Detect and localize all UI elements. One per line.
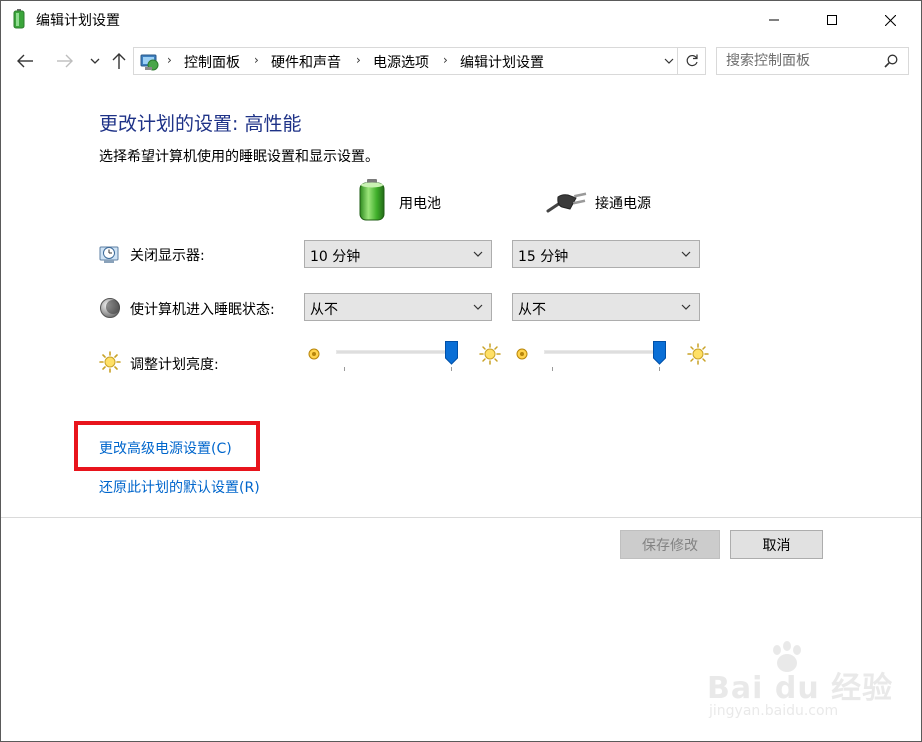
slider-thumb[interactable] xyxy=(445,341,458,365)
chevron-right-icon[interactable]: › xyxy=(443,53,448,67)
display-off-plugged-value: 15 分钟 xyxy=(518,249,569,265)
page-title: 更改计划的设置: 高性能 xyxy=(99,113,302,135)
chevron-right-icon: › xyxy=(167,53,172,67)
search-box[interactable] xyxy=(716,47,909,75)
forward-button[interactable] xyxy=(53,49,77,73)
chevron-right-icon[interactable]: › xyxy=(356,53,361,67)
brightness-label: 调整计划亮度: xyxy=(130,357,219,373)
display-off-battery-select[interactable]: 10 分钟 xyxy=(304,240,492,268)
maximize-button[interactable] xyxy=(809,1,855,39)
baidu-watermark: Bai du 经验 jingyan.baidu.com xyxy=(707,641,892,721)
slider-thumb[interactable] xyxy=(653,341,666,365)
arrow-left-icon xyxy=(17,54,33,68)
slider-track[interactable] xyxy=(336,350,454,354)
title-bar[interactable]: 编辑计划设置 xyxy=(1,1,921,39)
sleep-label: 使计算机进入睡眠状态: xyxy=(130,302,275,318)
arrow-right-icon xyxy=(57,54,73,68)
brightness-low-icon xyxy=(308,348,320,360)
chevron-right-icon[interactable]: › xyxy=(254,53,259,67)
brightness-high-icon xyxy=(687,343,709,365)
chevron-down-icon xyxy=(473,251,483,257)
brightness-plugged-slider[interactable] xyxy=(512,339,709,371)
edit-plan-settings-window: 编辑计划设置 › 控制面板 › 硬件和声音 › 电源选项 › 编辑计划设置 搜索… xyxy=(0,0,922,742)
refresh-icon xyxy=(686,54,698,67)
battery-icon xyxy=(359,179,385,221)
sleep-plugged-select[interactable]: 从不 xyxy=(512,293,700,321)
chevron-down-icon xyxy=(681,251,691,257)
chevron-down-icon xyxy=(90,58,100,64)
search-input[interactable] xyxy=(717,48,886,74)
restore-defaults-link[interactable]: 还原此计划的默认设置(R) xyxy=(99,477,260,497)
search-icon[interactable] xyxy=(884,54,898,68)
recent-locations-button[interactable] xyxy=(83,49,107,73)
power-plug-icon xyxy=(546,192,587,213)
sleep-plugged-value: 从不 xyxy=(518,302,546,318)
chevron-down-icon xyxy=(473,304,483,310)
minimize-button[interactable] xyxy=(751,1,797,39)
close-button[interactable] xyxy=(867,1,913,39)
power-options-icon xyxy=(13,9,25,29)
navigation-bar: › 控制面板 › 硬件和声音 › 电源选项 › 编辑计划设置 xyxy=(1,39,921,83)
sleep-battery-select[interactable]: 从不 xyxy=(304,293,492,321)
watermark-url: jingyan.baidu.com xyxy=(709,703,839,719)
breadcrumb-power-options[interactable]: 电源选项 xyxy=(373,52,429,72)
page-description: 选择希望计算机使用的睡眠设置和显示设置。 xyxy=(99,149,379,165)
watermark-brand: Bai du 经验 xyxy=(707,671,894,706)
slider-tick-max xyxy=(659,367,660,371)
monitor-clock-icon xyxy=(99,246,119,263)
footer-divider xyxy=(1,517,921,518)
refresh-button[interactable] xyxy=(678,47,706,75)
slider-tick-min xyxy=(552,367,553,371)
breadcrumb-hardware-sound[interactable]: 硬件和声音 xyxy=(271,52,341,72)
breadcrumb-edit-plan[interactable]: 编辑计划设置 xyxy=(460,52,544,72)
minimize-icon xyxy=(769,19,779,21)
up-button[interactable] xyxy=(107,49,131,73)
brightness-sun-icon xyxy=(99,351,121,373)
display-off-label: 关闭显示器: xyxy=(130,248,205,264)
display-off-battery-value: 10 分钟 xyxy=(310,249,361,265)
plugged-in-column-header: 接通电源 xyxy=(595,196,651,212)
brightness-high-icon xyxy=(479,343,501,365)
address-history-dropdown[interactable] xyxy=(659,48,679,74)
control-panel-icon xyxy=(140,54,159,71)
sleep-moon-icon xyxy=(100,298,120,318)
close-icon xyxy=(884,14,896,26)
chevron-down-icon xyxy=(664,58,674,64)
window-title: 编辑计划设置 xyxy=(36,13,120,29)
display-off-plugged-select[interactable]: 15 分钟 xyxy=(512,240,700,268)
battery-column-header: 用电池 xyxy=(399,196,441,212)
back-button[interactable] xyxy=(13,49,37,73)
save-changes-button[interactable]: 保存修改 xyxy=(620,530,720,559)
advanced-power-settings-link[interactable]: 更改高级电源设置(C) xyxy=(99,438,232,458)
brightness-low-icon xyxy=(516,348,528,360)
slider-tick-min xyxy=(344,367,345,371)
sleep-battery-value: 从不 xyxy=(310,302,338,318)
address-bar[interactable]: › 控制面板 › 硬件和声音 › 电源选项 › 编辑计划设置 xyxy=(133,47,678,75)
brightness-battery-slider[interactable] xyxy=(304,339,501,371)
chevron-down-icon xyxy=(681,304,691,310)
slider-tick-max xyxy=(451,367,452,371)
maximize-icon xyxy=(827,15,837,25)
arrow-up-icon xyxy=(112,53,126,69)
breadcrumb-control-panel[interactable]: 控制面板 xyxy=(184,52,240,72)
cancel-button[interactable]: 取消 xyxy=(730,530,823,559)
slider-track[interactable] xyxy=(544,350,662,354)
